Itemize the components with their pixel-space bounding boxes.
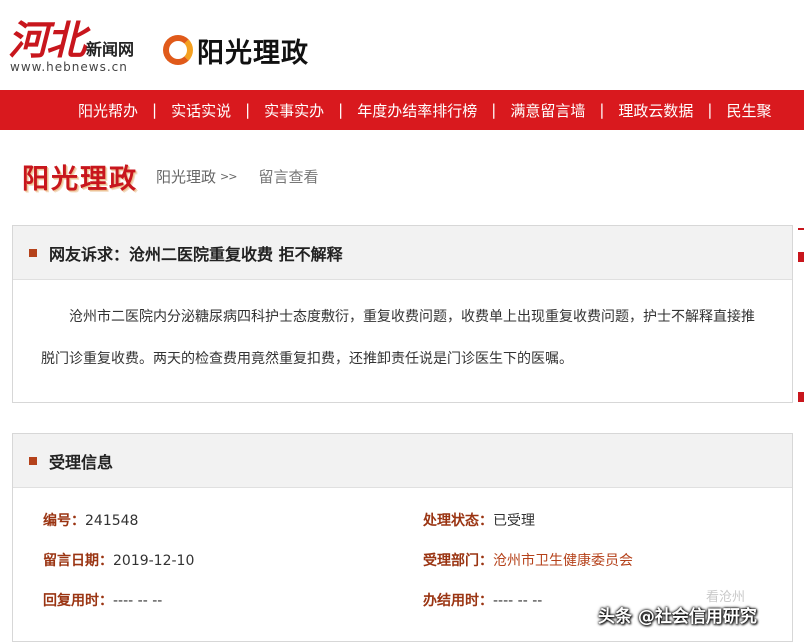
number-value: 241548 — [85, 513, 139, 529]
square-bullet-icon — [29, 456, 37, 465]
hebnews-logo-url: www.hebnews.cn — [10, 60, 128, 74]
nav-separator: | — [491, 101, 497, 119]
hebnews-logo-subtitle: 新闻网 — [86, 40, 135, 59]
finish-time-label: 办结用时： — [423, 593, 493, 609]
date-row: 留言日期：2019-12-10 — [43, 550, 194, 570]
nav-separator: | — [338, 101, 344, 119]
nav-item-cloud-data[interactable]: 理政云数据 — [618, 100, 693, 121]
nav-separator: | — [599, 101, 605, 119]
section-title: 阳光理政 — [22, 163, 138, 195]
sunshine-logo-icon — [163, 35, 193, 65]
dept-label: 受理部门： — [423, 553, 493, 569]
hebnews-logo[interactable]: 河北 新闻网 www.hebnews.cn — [8, 8, 158, 80]
nav-item-livelihood[interactable]: 民生聚 — [726, 100, 771, 121]
breadcrumb: 阳光理政 阳光理政 >> 留言查看 — [22, 156, 318, 196]
dept-value: 沧州市卫生健康委员会 — [493, 553, 633, 569]
complaint-heading: 网友诉求：沧州二医院重复收费 拒不解释 — [49, 244, 343, 264]
reply-time-value: ---- -- -- — [113, 593, 163, 609]
nav-item-sunshine-help[interactable]: 阳光帮办 — [78, 100, 138, 121]
nav-item-annual-ranking[interactable]: 年度办结率排行榜 — [357, 100, 477, 121]
complaint-body: 沧州市二医院内分泌糖尿病四科护士态度敷衍，重复收费问题，收费单上出现重复收费问题… — [41, 309, 755, 367]
date-label: 留言日期： — [43, 553, 113, 569]
nav-item-truth-talk[interactable]: 实话实说 — [171, 100, 231, 121]
date-value: 2019-12-10 — [113, 553, 195, 569]
reply-time-label: 回复用时： — [43, 593, 113, 609]
nav-item-satisfaction-wall[interactable]: 满意留言墙 — [510, 100, 585, 121]
nav-separator: | — [245, 101, 251, 119]
breadcrumb-link-home[interactable]: 阳光理政 — [156, 166, 216, 187]
number-label: 编号： — [43, 513, 85, 529]
finish-time-value: ---- -- -- — [493, 593, 543, 609]
side-column-bullet — [798, 252, 804, 262]
toutiao-watermark: 头条 @社会信用研究 — [598, 607, 757, 627]
number-row: 编号：241548 — [43, 510, 138, 530]
sunshine-gov-logo[interactable]: 阳光理政 — [163, 30, 309, 70]
main-nav: 阳光帮办 | 实话实说 | 实事实办 | 年度办结率排行榜 | 满意留言墙 | … — [0, 90, 804, 130]
nav-item-practical-work[interactable]: 实事实办 — [264, 100, 324, 121]
hebnews-logo-text: 河北 — [8, 17, 86, 64]
dept-row: 受理部门：沧州市卫生健康委员会 — [423, 550, 633, 570]
side-column-bullet — [798, 392, 804, 402]
processing-panel-header: 受理信息 — [13, 434, 792, 488]
site-header: 河北 新闻网 www.hebnews.cn 阳光理政 — [0, 0, 804, 90]
breadcrumb-arrow: >> — [220, 169, 237, 183]
status-row: 处理状态：已受理 — [423, 510, 535, 530]
square-bullet-icon — [29, 248, 37, 257]
side-column-edge — [798, 228, 804, 230]
complaint-panel: 网友诉求：沧州二医院重复收费 拒不解释 沧州市二医院内分泌糖尿病四科护士态度敷衍… — [12, 225, 793, 403]
status-label: 处理状态： — [423, 513, 493, 529]
hebnews-logo-mark: 河北 — [8, 8, 86, 66]
finish-time-row: 办结用时：---- -- -- — [423, 590, 542, 610]
nav-separator: | — [707, 101, 713, 119]
nav-separator: | — [152, 101, 158, 119]
sunshine-logo-text: 阳光理政 — [197, 37, 309, 69]
breadcrumb-current: 留言查看 — [258, 167, 319, 186]
complaint-panel-header: 网友诉求：沧州二医院重复收费 拒不解释 — [13, 226, 792, 280]
status-value: 已受理 — [493, 513, 535, 529]
reply-time-row: 回复用时：---- -- -- — [43, 590, 162, 610]
processing-heading: 受理信息 — [49, 452, 114, 472]
